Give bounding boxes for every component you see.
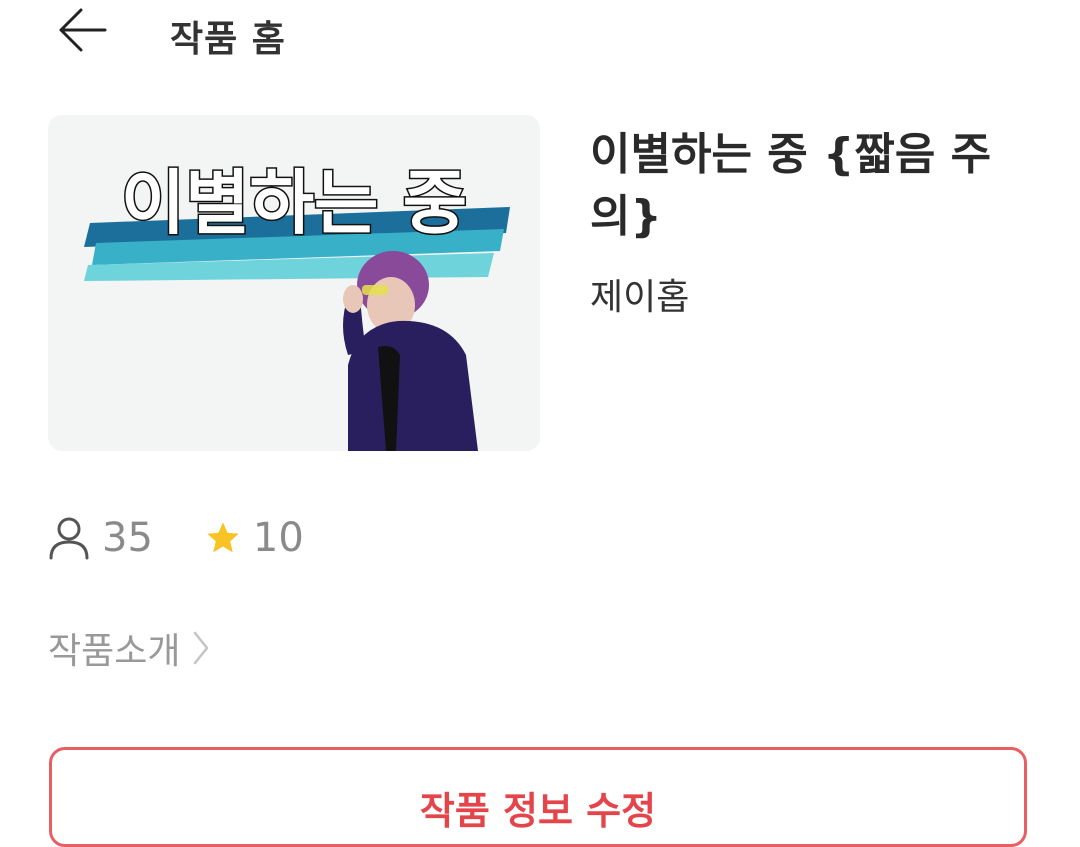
chevron-right-icon — [192, 630, 210, 666]
cover-text: 이별하는 중 — [121, 162, 467, 244]
star-icon — [205, 520, 241, 556]
readers-stat: 35 — [48, 515, 153, 561]
stars-count: 10 — [252, 515, 304, 561]
readers-count: 35 — [102, 515, 153, 561]
intro-link[interactable]: 작품소개 — [48, 622, 210, 674]
back-button[interactable] — [50, 4, 114, 60]
intro-label: 작품소개 — [48, 631, 181, 672]
stars-stat: 10 — [205, 515, 304, 561]
person-icon — [48, 516, 90, 560]
edit-info-button[interactable]: 작품 정보 수정 — [49, 747, 1027, 847]
arrow-left-icon — [57, 8, 107, 56]
edit-info-label: 작품 정보 수정 — [419, 789, 657, 833]
stats-row: 35 10 — [48, 510, 304, 566]
work-title: 이별하는 중 {짧음 주의} — [590, 129, 992, 242]
author-name[interactable]: 제이홉 — [590, 268, 689, 320]
page-title: 작품 홈 — [170, 19, 286, 60]
cover-image[interactable]: 이별하는 중 — [48, 115, 540, 451]
